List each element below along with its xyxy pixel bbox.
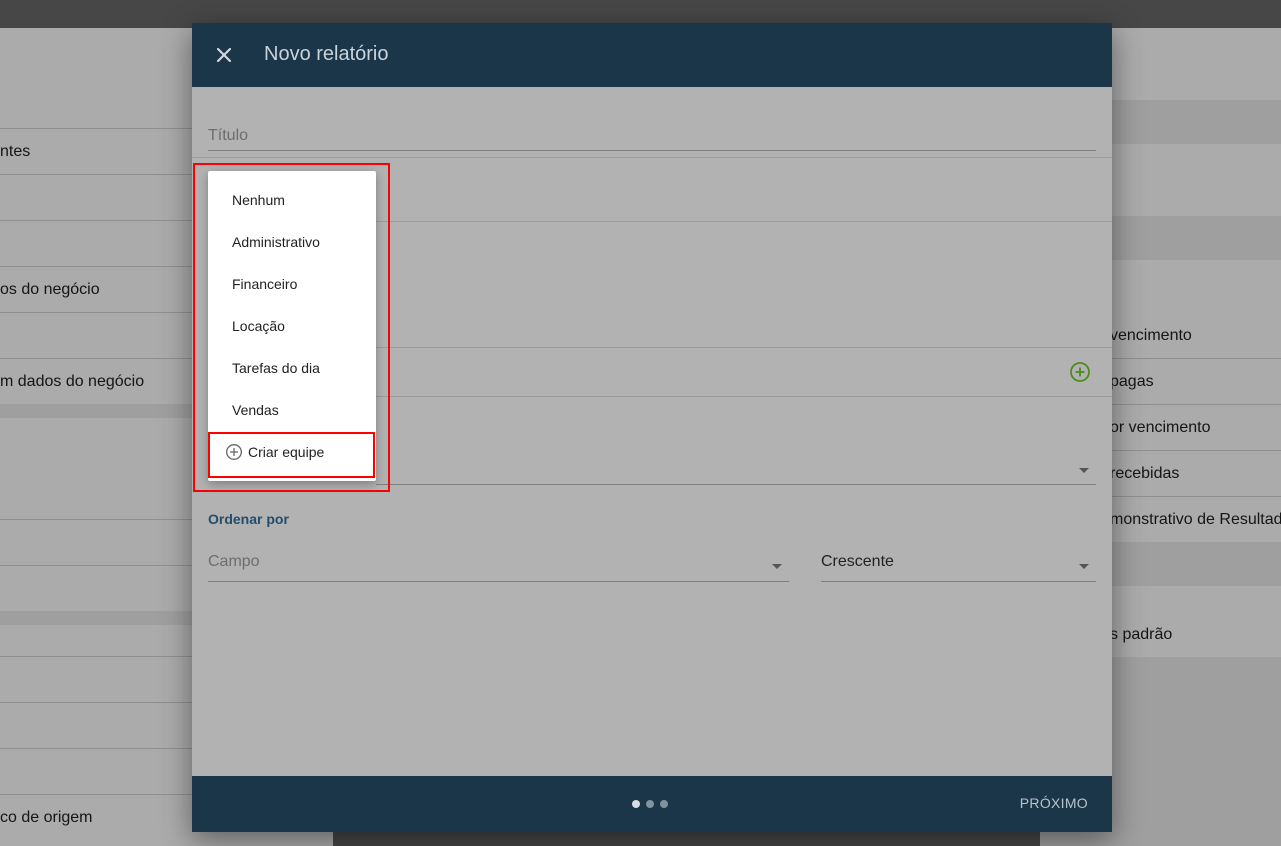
add-circle-icon[interactable]	[1069, 361, 1091, 383]
team-select-underline	[376, 484, 1096, 485]
dialog-footer: PRÓXIMO	[192, 776, 1112, 832]
sort-direction-underline	[821, 581, 1096, 582]
dialog-title: Novo relatório	[264, 43, 389, 65]
divider	[376, 396, 1112, 397]
chevron-down-icon[interactable]	[772, 564, 782, 569]
title-input[interactable]: Título	[208, 127, 248, 145]
create-team-button[interactable]: Criar equipe	[208, 431, 376, 473]
step-dot	[646, 800, 654, 808]
dialog-header: Novo relatório	[192, 23, 1112, 87]
sort-direction-select[interactable]: Crescente	[821, 553, 894, 571]
chevron-down-icon[interactable]	[1079, 564, 1089, 569]
menu-item-daily-tasks[interactable]: Tarefas do dia	[208, 347, 376, 389]
add-circle-icon	[226, 444, 242, 460]
menu-item-sales[interactable]: Vendas	[208, 389, 376, 431]
divider	[376, 221, 1112, 222]
create-team-label: Criar equipe	[248, 444, 325, 460]
step-dot	[632, 800, 640, 808]
menu-item-financial[interactable]: Financeiro	[208, 263, 376, 305]
step-dot	[660, 800, 668, 808]
order-by-label: Ordenar por	[208, 511, 289, 527]
team-dropdown-menu: Nenhum Administrativo Financeiro Locação…	[208, 171, 376, 481]
menu-item-administrative[interactable]: Administrativo	[208, 221, 376, 263]
close-button[interactable]	[208, 39, 240, 71]
divider	[192, 157, 1112, 158]
order-field-select[interactable]: Campo	[208, 553, 260, 571]
title-input-underline	[208, 150, 1096, 151]
team-select-chevron-down-icon[interactable]	[1079, 468, 1089, 473]
order-field-underline	[208, 581, 789, 582]
next-button[interactable]: PRÓXIMO	[1020, 795, 1088, 811]
menu-item-none[interactable]: Nenhum	[208, 179, 376, 221]
step-indicator	[632, 800, 668, 808]
close-icon	[216, 47, 232, 63]
menu-item-rental[interactable]: Locação	[208, 305, 376, 347]
divider	[376, 347, 1112, 348]
